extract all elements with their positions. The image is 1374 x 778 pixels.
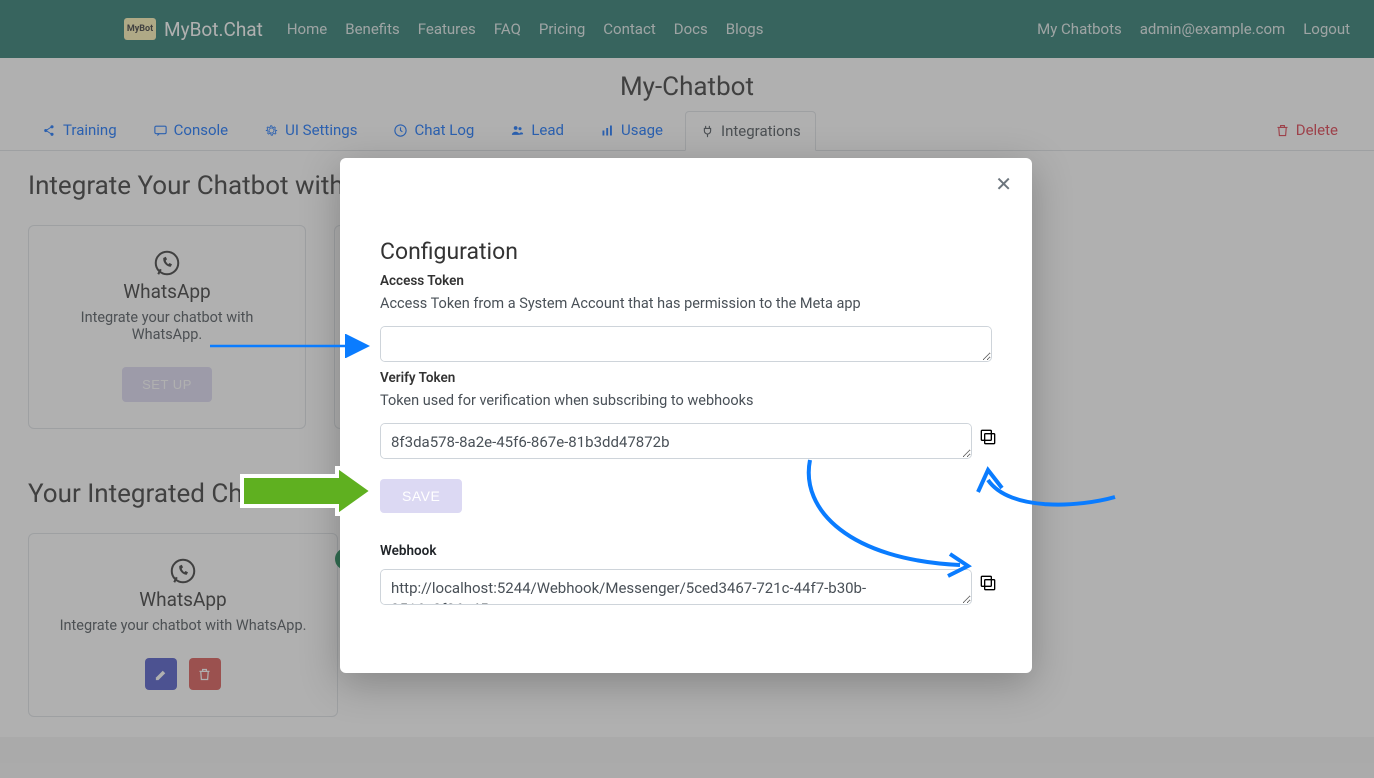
modal-title: Configuration <box>380 238 992 265</box>
access-token-input[interactable] <box>380 326 992 362</box>
verify-token-label: Verify Token <box>380 370 992 386</box>
verify-token-help: Token used for verification when subscri… <box>380 392 992 409</box>
copy-verify-token-button[interactable] <box>978 427 998 447</box>
copy-icon <box>978 427 998 447</box>
save-button[interactable]: SAVE <box>380 479 462 513</box>
annotation-arrow-curve-2 <box>960 452 1130 532</box>
annotation-arrow-green <box>232 466 382 516</box>
access-token-help: Access Token from a System Account that … <box>380 295 992 312</box>
close-icon[interactable]: ✕ <box>995 174 1012 194</box>
modal-body: Configuration Access Token Access Token … <box>340 158 1032 673</box>
annotation-arrow-blue-1 <box>210 334 380 358</box>
access-token-label: Access Token <box>380 273 992 289</box>
config-modal: ✕ Configuration Access Token Access Toke… <box>340 158 1032 673</box>
